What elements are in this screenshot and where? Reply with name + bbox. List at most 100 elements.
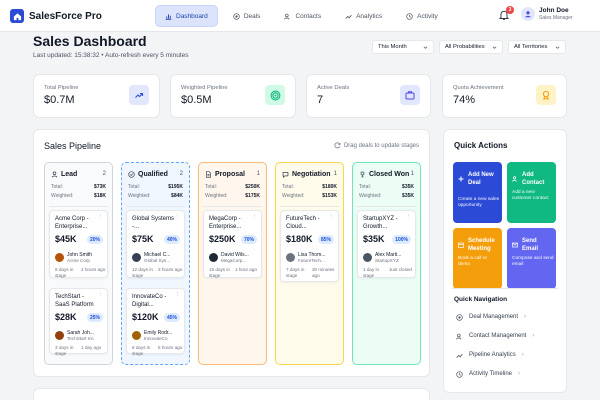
tile-title: Send Email (522, 238, 539, 252)
stage-total: $195K (168, 184, 183, 190)
user-plus-icon (512, 176, 517, 182)
add-deal-button[interactable]: Add New Deal Create a new sales opportun… (453, 162, 502, 223)
stat-label: Weighted Pipeline (181, 85, 228, 91)
more-icon[interactable]: ⋮ (175, 292, 181, 298)
nav-deal-management[interactable]: Deal Management › (456, 312, 526, 322)
deal-amount: $180K (286, 234, 313, 244)
company-name: FutureTech... (298, 258, 325, 263)
deal-name: FutureTech - Cloud... (286, 216, 320, 230)
deal-card[interactable]: InnovateCo - Digital... ⋮ $120K 45% Emil… (126, 288, 185, 356)
deal-card[interactable]: MegaCorp - Enterprise... ⋮ $250K 70% Dav… (203, 210, 262, 278)
stage-weighted: $175K (245, 193, 260, 199)
stat-value: $0.7M (44, 94, 75, 106)
stage-column-proposal[interactable]: Proposal 1 Total: $250K Weighted: $175K Me… (198, 162, 267, 365)
nav-contact-management[interactable]: Contact Management › (456, 331, 534, 341)
company-name: StartupXYZ (375, 258, 399, 263)
probability-badge: 70% (240, 235, 257, 244)
nav-pipeline-analytics[interactable]: Pipeline Analytics › (456, 350, 524, 360)
drag-hint: Drag deals to update stages (334, 142, 419, 149)
page-title: Sales Dashboard (33, 33, 147, 49)
chat-icon (282, 171, 289, 178)
more-icon[interactable]: ⋮ (252, 214, 258, 220)
stage-weighted: $35K (402, 193, 414, 199)
tile-desc: Add a new customer contact (512, 190, 549, 201)
territory-select[interactable]: All Territories (508, 40, 566, 54)
nav-activity-timeline[interactable]: Activity Timeline › (456, 369, 520, 379)
days-in-stage: 8 days in stage (132, 345, 151, 356)
stage-name: Qualified (138, 170, 168, 178)
stage-column-lead[interactable]: Lead 2 Total: $73K Weighted: $18K Acme Cor… (44, 162, 113, 365)
deal-card[interactable]: Acme Corp - Enterprise... ⋮ $45K 20% Joh… (49, 210, 108, 278)
probability-select-value: All Probabilities (445, 44, 485, 50)
tab-analytics[interactable]: Analytics (336, 5, 391, 27)
brand[interactable]: SalesForce Pro (10, 8, 102, 24)
stage-count: 2 (179, 171, 183, 177)
target-icon (265, 85, 285, 105)
stage-column-qualified[interactable]: Qualified 2 Total: $195K Weighted: $84K Gl… (121, 162, 190, 365)
total-label: Total: (128, 184, 140, 190)
tile-title: Add New Deal (468, 172, 494, 186)
stage-weighted: $18K (94, 193, 106, 199)
probability-badge: 85% (317, 235, 334, 244)
more-icon[interactable]: ⋮ (98, 214, 104, 220)
contact-avatar (55, 253, 64, 262)
last-activity: 1 day ago (81, 345, 102, 350)
stage-name: Proposal (215, 170, 245, 178)
stage-total: $35K (402, 184, 414, 190)
last-activity: 1 hour ago (235, 267, 257, 272)
top-navbar: SalesForce Pro Dashboard Deals Contacts … (0, 0, 600, 32)
more-icon[interactable]: ⋮ (98, 292, 104, 298)
stage-weighted: $84K (171, 193, 183, 199)
tab-contacts-label: Contacts (295, 12, 322, 20)
user-menu[interactable]: John Doe Sales Manager (521, 7, 573, 21)
contact-avatar (55, 331, 64, 340)
stage-column-closed-won[interactable]: Closed Won 1 Total: $35K Weighted: $35K St… (352, 162, 421, 365)
app-name: SalesForce Pro (29, 10, 102, 22)
tab-contacts[interactable]: Contacts (275, 5, 330, 27)
stat-card-weighted-pipeline: Weighted Pipeline $0.5M (170, 74, 296, 118)
period-select[interactable]: This Month (372, 40, 434, 54)
send-email-button[interactable]: Send Email Compose and send email (507, 228, 556, 289)
drag-hint-text: Drag deals to update stages (343, 142, 419, 149)
probability-select[interactable]: All Probabilities (439, 40, 503, 54)
schedule-meeting-button[interactable]: Schedule Meeting Book a call or demo (453, 228, 502, 289)
stage-count: 1 (333, 171, 337, 177)
tab-deals[interactable]: Deals (224, 5, 270, 27)
stage-column-negotiation[interactable]: Negotiation 1 Total: $180K Weighted: $153K… (275, 162, 344, 365)
more-icon[interactable]: ⋮ (406, 214, 412, 220)
stage-count: 1 (256, 171, 260, 177)
tile-desc: Compose and send email (512, 256, 554, 267)
mail-icon (512, 242, 518, 248)
probability-badge: 25% (86, 313, 103, 322)
main-nav: Dashboard Deals Contacts Analytics Activ… (155, 5, 453, 27)
user-name: John Doe (539, 7, 569, 14)
tab-dashboard-label: Dashboard (176, 12, 208, 20)
probability-badge: 100% (392, 235, 411, 244)
tab-deals-label: Deals (243, 12, 261, 20)
stage-total: $73K (94, 184, 106, 190)
more-icon[interactable]: ⋮ (175, 214, 181, 220)
deal-card[interactable]: StartupXYZ - Growth... ⋮ $35K 100% Alex … (357, 210, 416, 278)
deal-amount: $45K (55, 234, 77, 244)
territory-select-value: All Territories (514, 44, 548, 50)
briefcase-icon (400, 85, 420, 105)
days-in-stage: 3 days in stage (55, 345, 74, 356)
tab-activity[interactable]: Activity (397, 5, 447, 27)
stat-value: $0.5M (181, 94, 212, 106)
more-icon[interactable]: ⋮ (329, 214, 335, 220)
deal-card[interactable]: Global Systems -... ⋮ $75K 40% Michael C… (126, 210, 185, 278)
users-icon (284, 13, 290, 19)
stat-value: 74% (453, 94, 476, 106)
contact-avatar (286, 253, 295, 262)
stage-weighted: $153K (322, 193, 337, 199)
clock-icon (406, 12, 413, 20)
tab-dashboard[interactable]: Dashboard (155, 5, 218, 27)
stage-name: Negotiation (292, 170, 331, 178)
company-name: InnovateCo (144, 336, 168, 341)
user-icon (51, 171, 58, 177)
contact-avatar (132, 253, 141, 262)
stat-label: Active Deals (317, 85, 350, 91)
add-contact-button[interactable]: Add Contact Add a new customer contact (507, 162, 556, 223)
deal-card[interactable]: FutureTech - Cloud... ⋮ $180K 85% Lisa T… (280, 210, 339, 282)
deal-card[interactable]: TechStart - SaaS Platform ⋮ $28K 25% Sar… (49, 288, 108, 356)
